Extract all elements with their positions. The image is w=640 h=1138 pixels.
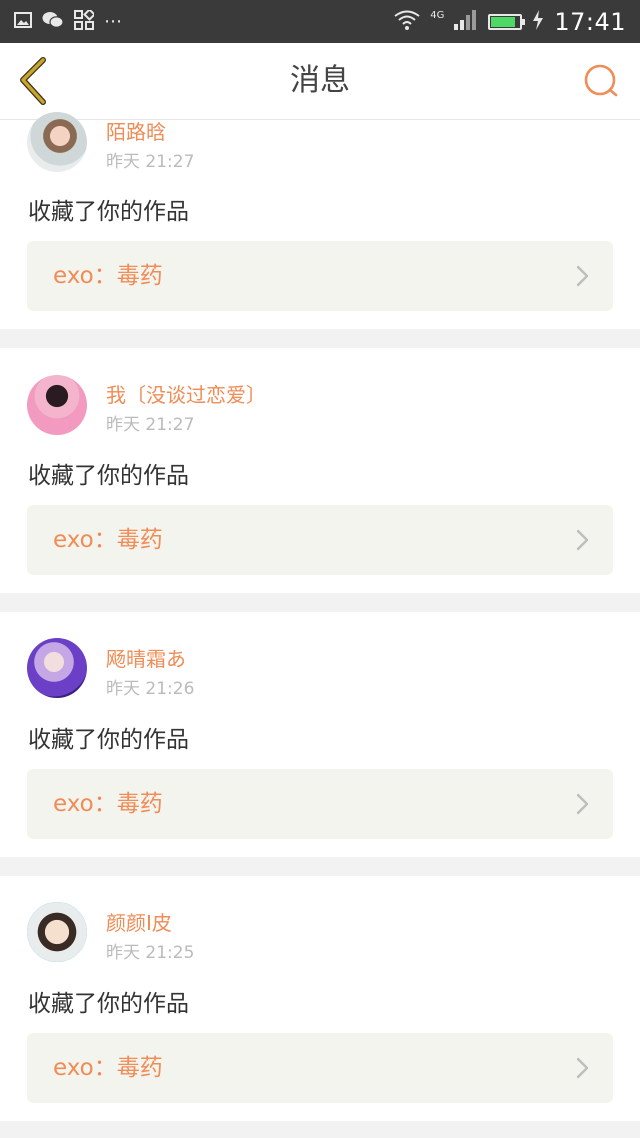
action-text: 收藏了你的作品	[28, 463, 189, 489]
work-title: exo：毒药	[53, 263, 163, 289]
message-card: 陌路晗 昨天 21:27 收藏了你的作品 exo：毒药	[0, 112, 640, 329]
status-time: 17:41	[554, 7, 626, 36]
work-title: exo：毒药	[53, 527, 163, 553]
signal-icon	[454, 9, 478, 34]
work-link[interactable]: exo：毒药	[27, 241, 613, 311]
charging-icon	[532, 9, 544, 34]
battery-level	[491, 16, 516, 27]
user-name[interactable]: 颜颜I皮	[106, 907, 172, 936]
avatar[interactable]	[27, 902, 87, 962]
search-icon	[584, 64, 618, 97]
wechat-icon	[42, 11, 64, 33]
chevron-right-icon	[576, 529, 589, 551]
work-link[interactable]: exo：毒药	[27, 505, 613, 575]
message-card: 颜颜I皮 昨天 21:25 收藏了你的作品 exo：毒药	[0, 876, 640, 1121]
chevron-right-icon	[576, 265, 589, 287]
timestamp: 昨天 21:27	[106, 152, 195, 172]
image-icon	[14, 11, 32, 32]
message-card: 我〔没谈过恋爱〕 昨天 21:27 收藏了你的作品 exo：毒药	[0, 348, 640, 593]
app-grid-icon	[74, 7, 96, 34]
avatar[interactable]	[27, 375, 87, 435]
battery-icon	[488, 13, 526, 30]
avatar[interactable]	[27, 638, 87, 698]
action-text: 收藏了你的作品	[28, 199, 189, 225]
page-title: 消息	[290, 63, 350, 98]
network-type: 4G	[430, 10, 445, 21]
chevron-right-icon	[576, 793, 589, 815]
work-link[interactable]: exo：毒药	[27, 769, 613, 839]
avatar[interactable]	[27, 112, 87, 172]
action-text: 收藏了你的作品	[28, 727, 189, 753]
timestamp: 昨天 21:26	[106, 679, 195, 699]
user-name[interactable]: 飏晴霜あ	[106, 643, 186, 672]
status-bar-right: 4G 17:41	[394, 0, 626, 43]
timestamp: 昨天 21:27	[106, 415, 195, 435]
chevron-right-icon	[576, 1057, 589, 1079]
action-text: 收藏了你的作品	[28, 991, 189, 1017]
more-dots-icon: ⋯	[104, 10, 122, 32]
work-link[interactable]: exo：毒药	[27, 1033, 613, 1103]
message-card: 飏晴霜あ 昨天 21:26 收藏了你的作品 exo：毒药	[0, 612, 640, 857]
status-bar-left: ⋯	[14, 0, 122, 43]
user-name[interactable]: 我〔没谈过恋爱〕	[106, 379, 266, 408]
work-title: exo：毒药	[53, 1055, 163, 1081]
work-title: exo：毒药	[53, 791, 163, 817]
status-bar: ⋯ 4G 17:41	[0, 0, 640, 43]
timestamp: 昨天 21:25	[106, 943, 195, 963]
search-button[interactable]	[572, 53, 628, 109]
wifi-icon	[394, 10, 420, 34]
header-bar: 消息	[0, 43, 640, 120]
user-name[interactable]: 陌路晗	[106, 116, 166, 145]
